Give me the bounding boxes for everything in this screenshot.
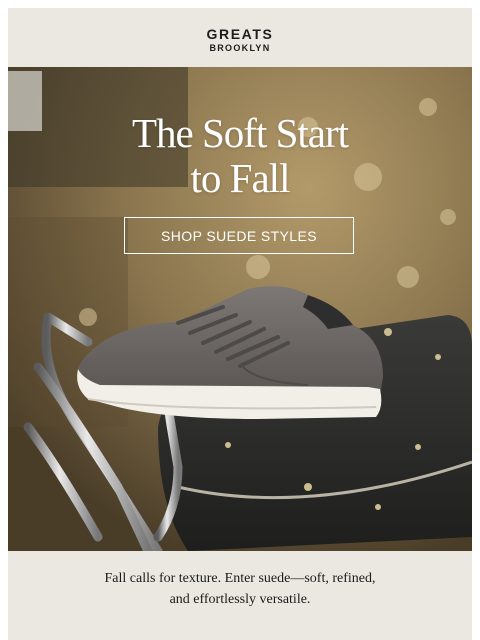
greats-brooklyn-logo[interactable]: GREATS BROOKLYN <box>8 27 472 54</box>
body-text: Fall calls for texture. Enter suede—soft… <box>8 568 472 610</box>
email-header: GREATS BROOKLYN <box>8 8 472 67</box>
headline-line-1: The Soft Start <box>131 110 349 156</box>
hero-banner[interactable]: The Soft Start to Fall SHOP SUEDE STYLES <box>8 67 472 551</box>
brand-name: GREATS <box>206 26 274 42</box>
brand-location: BROOKLYN <box>209 43 271 53</box>
body-line-2: and effortlessly versatile. <box>169 592 311 607</box>
email-container: GREATS BROOKLYN The Soft Start to Fall S… <box>8 8 472 640</box>
headline-line-2: to Fall <box>190 155 291 201</box>
hero-headline: The Soft Start to Fall <box>8 111 472 201</box>
shop-suede-styles-button[interactable]: SHOP SUEDE STYLES <box>124 217 354 254</box>
body-line-1: Fall calls for texture. Enter suede—soft… <box>104 571 376 586</box>
